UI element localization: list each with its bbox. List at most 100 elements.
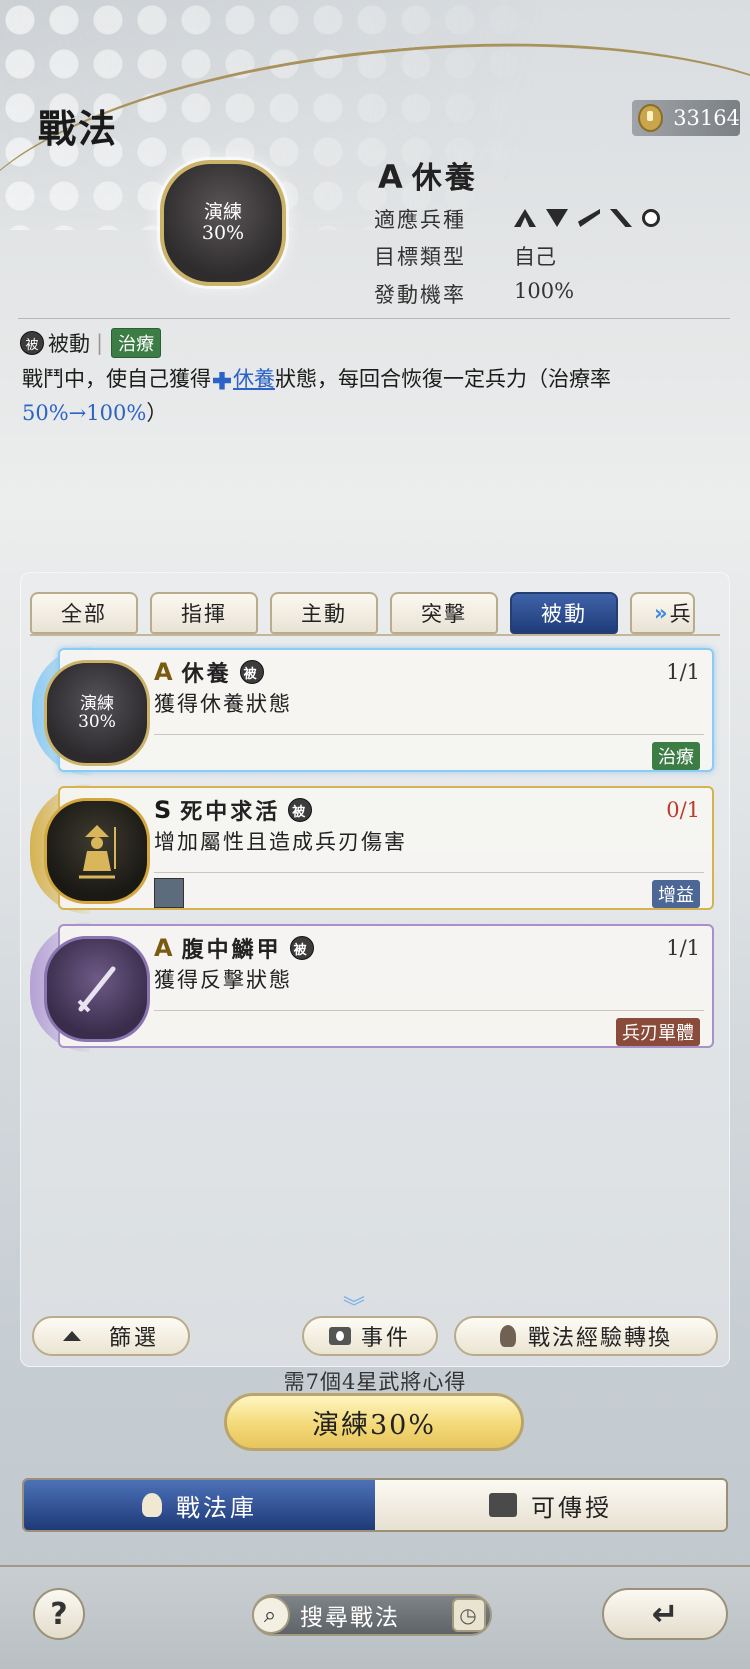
card-name: 休養 (181, 661, 232, 687)
card-tag: 治療 (652, 742, 700, 770)
currency-display: 33164 (632, 100, 740, 136)
desc-link[interactable]: 休養 (233, 367, 275, 391)
rate-row: 發動機率 100% (374, 279, 574, 309)
card-grade: A (154, 934, 176, 962)
card-emblem-label: 演練 (80, 694, 114, 714)
event-button[interactable]: 事件 (302, 1316, 438, 1356)
help-button[interactable]: ? (33, 1588, 85, 1640)
divider (18, 318, 730, 319)
tab-underline (30, 634, 720, 636)
passive-badge-icon: 被 (239, 660, 264, 684)
seal-coin-icon (638, 104, 664, 132)
double-chevron-right-icon: » (654, 601, 670, 625)
back-button[interactable]: ↵ (602, 1588, 728, 1640)
emblem-train-percent: 30% (201, 222, 245, 244)
seal-icon (142, 1493, 162, 1517)
tab-all[interactable]: 全部 (30, 592, 138, 634)
card-divider (154, 734, 704, 735)
spear-icon (578, 209, 600, 227)
currency-amount: 33164 (673, 106, 740, 130)
general-avatar[interactable] (154, 878, 184, 908)
skill-emblem: 演練 30% (160, 160, 286, 286)
cavalry-icon (514, 209, 536, 227)
tab-troop[interactable]: » 兵 (630, 592, 695, 634)
search-placeholder: 搜尋戰法 (300, 1605, 400, 1631)
troop-label: 適應兵種 (374, 208, 466, 232)
event-label: 事件 (360, 1326, 411, 1351)
search-icon: ⌕ (252, 1596, 290, 1634)
target-row: 目標類型 自己 (374, 241, 556, 271)
desc-end: ） (146, 401, 168, 425)
tab-bar: 全部 指揮 主動 突擊 被動 » 兵 (30, 592, 720, 636)
archer-icon (546, 209, 568, 227)
tab-passive[interactable]: 被動 (510, 592, 618, 634)
transferable-tab[interactable]: 可傳授 (375, 1480, 726, 1530)
card-count: 0/1 (666, 798, 700, 822)
filter-label: 篩選 (108, 1326, 159, 1351)
troop-row: 適應兵種 (374, 204, 670, 234)
card-tag: 兵刃單體 (616, 1018, 700, 1046)
train-button[interactable]: 演練30% (224, 1393, 524, 1451)
category-tag: 治療 (111, 328, 162, 358)
rate-label: 發動機率 (374, 283, 466, 307)
card-grade: A (154, 658, 176, 686)
shield-icon (610, 209, 632, 227)
scroll-icon (489, 1493, 517, 1517)
card-divider (154, 872, 704, 873)
skill-card[interactable]: S 死中求活 被 增加屬性且造成兵刃傷害 0/1 增益 (58, 786, 714, 910)
card-emblem (44, 798, 150, 904)
passive-badge-icon: 被 (20, 331, 44, 355)
card-count: 1/1 (666, 936, 700, 960)
sword-icon (77, 966, 116, 1013)
desc-part1: 戰鬥中，使自己獲得 (22, 367, 211, 391)
library-segment: 戰法庫 可傳授 (22, 1478, 728, 1532)
convert-label: 戰法經驗轉換 (527, 1326, 672, 1351)
troop-icons (514, 204, 670, 234)
card-count: 1/1 (666, 660, 700, 684)
tab-command[interactable]: 指揮 (150, 592, 258, 634)
desc-rate: 50%→100% (22, 401, 147, 425)
samurai-icon (79, 825, 116, 879)
skill-type: 被動 (48, 332, 90, 356)
passive-badge-icon: 被 (289, 936, 314, 960)
clock-icon[interactable]: ◷ (452, 1598, 486, 1632)
requirement-text: 需7個4星武將心得 (283, 1370, 467, 1394)
skill-description: 戰鬥中，使自己獲得 休養狀態，每回合恢復一定兵力（治療率 50%→100%） (22, 362, 728, 430)
tab-assault[interactable]: 突擊 (390, 592, 498, 634)
event-icon (328, 1327, 351, 1345)
skill-card[interactable]: A 休養 被 獲得休養狀態 1/1 治療 (58, 648, 714, 772)
skill-emblem-frame: 演練 30% (160, 160, 286, 286)
heal-plus-icon (213, 371, 231, 390)
convert-experience-button[interactable]: 戰法經驗轉換 (454, 1316, 718, 1356)
emblem-train-label: 演練 (203, 201, 242, 223)
siege-icon (642, 209, 660, 227)
card-subtitle: 獲得反擊狀態 (154, 968, 292, 992)
tab-troop-label: 兵 (669, 602, 693, 626)
skill-type-row: 被 被動 | 治療 (20, 328, 162, 358)
skill-grade: A (378, 158, 406, 196)
rate-value: 100% (514, 279, 575, 303)
card-emblem: 演練 30% (44, 660, 150, 766)
card-subtitle: 增加屬性且造成兵刃傷害 (154, 830, 407, 854)
skill-header: A 休養 (378, 153, 478, 197)
card-emblem (44, 936, 150, 1042)
separator: | (96, 331, 104, 355)
search-input[interactable]: ⌕ 搜尋戰法 ◷ (252, 1594, 492, 1636)
card-name: 腹中鱗甲 (181, 937, 282, 963)
skill-card[interactable]: A 腹中鱗甲 被 獲得反擊狀態 1/1 兵刃單體 (58, 924, 714, 1048)
skill-library-tab[interactable]: 戰法庫 (24, 1480, 375, 1530)
desc-part2: 狀態，每回合恢復一定兵力（治療率 (275, 367, 611, 391)
card-title: A 腹中鱗甲 被 (154, 932, 318, 964)
tab-active[interactable]: 主動 (270, 592, 378, 634)
transferable-label: 可傳授 (531, 1493, 612, 1522)
skill-name: 休養 (411, 161, 478, 196)
card-emblem-percent: 30% (78, 712, 116, 732)
card-tag: 增益 (652, 880, 700, 908)
card-subtitle: 獲得休養狀態 (154, 692, 292, 716)
page-title: 戰法 (38, 106, 119, 151)
skill-library-label: 戰法庫 (176, 1493, 257, 1522)
passive-badge-icon: 被 (288, 798, 313, 822)
filter-button[interactable]: 篩選 (32, 1316, 190, 1356)
target-label: 目標類型 (374, 245, 466, 269)
card-grade: S (154, 796, 175, 824)
